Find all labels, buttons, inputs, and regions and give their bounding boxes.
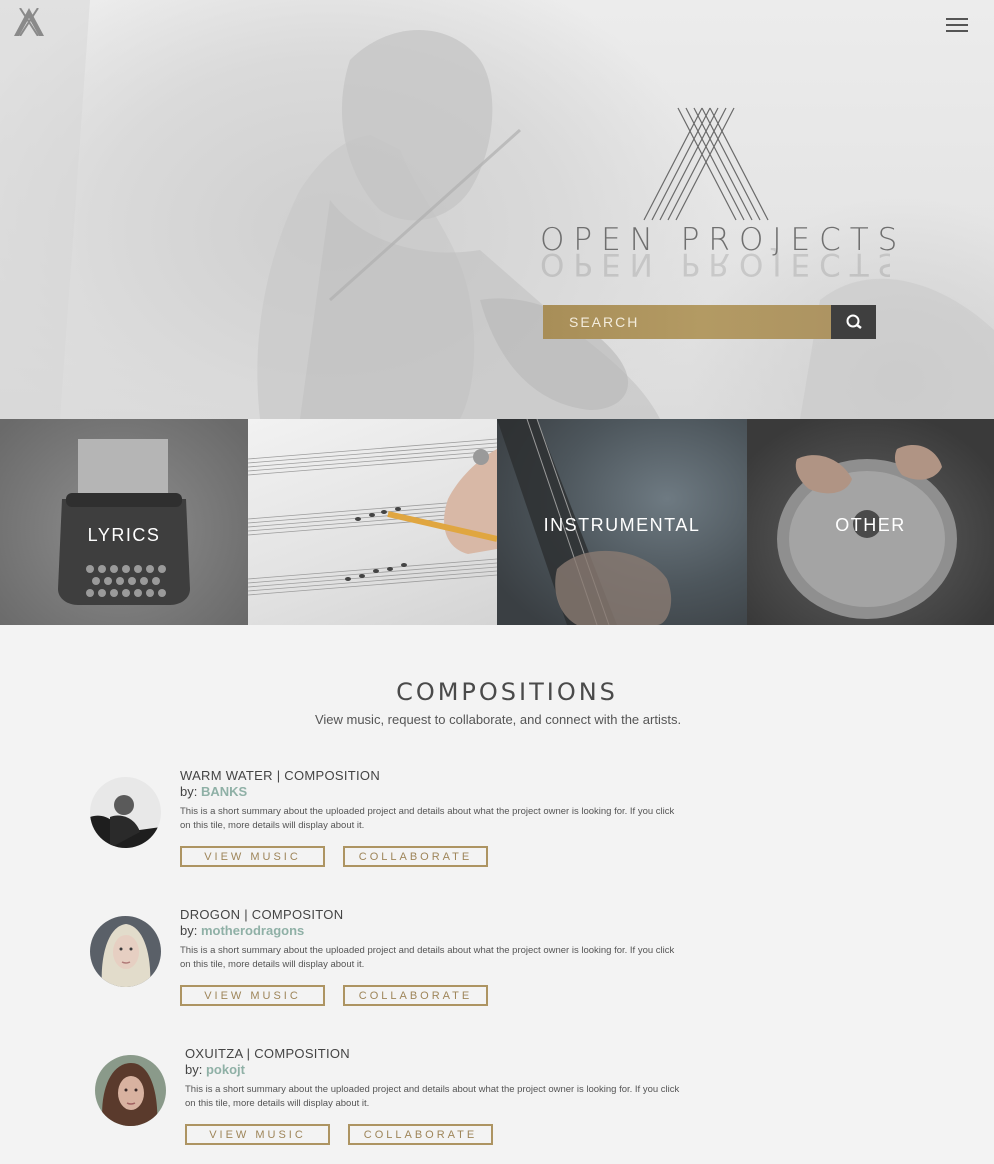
composition-card: DROGON | COMPOSITON by: motherodragons T…	[90, 907, 710, 1027]
view-music-button[interactable]: VIEW MUSIC	[180, 846, 325, 867]
composition-details: DROGON | COMPOSITON by: motherodragons T…	[180, 907, 700, 1006]
collaborate-button[interactable]: COLLABORATE	[348, 1124, 493, 1145]
violinist-background-image	[0, 0, 994, 419]
composition-title: WARM WATER | COMPOSITION	[180, 768, 381, 783]
composition-actions: VIEW MUSIC COLLABORATE	[180, 846, 700, 867]
hamburger-menu-icon[interactable]	[946, 18, 968, 34]
collaborate-button[interactable]: COLLABORATE	[343, 846, 488, 867]
artist-link[interactable]: pokojt	[206, 1062, 245, 1077]
artist-photo-motherodragons	[90, 916, 161, 987]
category-tile-other[interactable]: OTHER	[747, 419, 994, 625]
category-tiles: LYRICS INSTRUMENTAL OTHER	[0, 419, 994, 625]
sheet-music-image	[248, 438, 497, 596]
avatar[interactable]	[90, 777, 161, 848]
artist-photo-pokojt	[95, 1055, 166, 1126]
composition-description: This is a short summary about the upload…	[180, 806, 675, 831]
category-tile-lyrics[interactable]: LYRICS	[0, 419, 248, 625]
composition-actions: VIEW MUSIC COLLABORATE	[180, 985, 700, 1006]
search-button[interactable]	[831, 305, 876, 339]
search-bar	[543, 305, 876, 339]
composition-byline: by: BANKS	[180, 784, 700, 800]
artist-photo-banks	[90, 777, 161, 848]
search-input[interactable]	[543, 305, 831, 339]
brand-wordmark-reflection: OPEN PROJECTS	[540, 248, 890, 282]
composition-actions: VIEW MUSIC COLLABORATE	[185, 1124, 705, 1145]
view-music-button[interactable]: VIEW MUSIC	[185, 1124, 330, 1145]
view-music-button[interactable]: VIEW MUSIC	[180, 985, 325, 1006]
composition-byline: by: pokojt	[185, 1062, 705, 1078]
compositions-subtitle: View music, request to collaborate, and …	[314, 712, 682, 727]
hero-banner: OPEN PROJECTS OPEN PROJECTS	[0, 0, 994, 419]
avatar[interactable]	[90, 916, 161, 987]
category-tile-instrumental[interactable]: INSTRUMENTAL	[497, 419, 747, 625]
search-icon	[846, 314, 862, 329]
avatar[interactable]	[95, 1055, 166, 1126]
by-prefix: by:	[185, 1062, 203, 1077]
category-label-other: OTHER	[835, 515, 906, 535]
artist-link[interactable]: motherodragons	[201, 923, 304, 938]
composition-details: WARM WATER | COMPOSITION by: BANKS This …	[180, 768, 700, 867]
composition-byline: by: motherodragons	[180, 923, 700, 939]
artist-link[interactable]: BANKS	[201, 784, 247, 799]
typewriter-image	[58, 439, 190, 605]
open-projects-logo-icon[interactable]	[12, 8, 46, 36]
collaborate-button[interactable]: COLLABORATE	[343, 985, 488, 1006]
category-label-instrumental: INSTRUMENTAL	[543, 515, 701, 535]
composition-description: This is a short summary about the upload…	[180, 945, 675, 970]
category-tile-sheet-music[interactable]	[248, 419, 497, 625]
composition-title: OXUITZA | COMPOSITION	[185, 1046, 350, 1061]
open-projects-x-mark-icon	[643, 107, 769, 221]
composition-details: OXUITZA | COMPOSITION by: pokojt This is…	[185, 1046, 705, 1145]
compositions-title: COMPOSITIONS	[396, 678, 618, 706]
by-prefix: by:	[180, 784, 198, 799]
composition-title: DROGON | COMPOSITON	[180, 907, 344, 922]
composition-card: WARM WATER | COMPOSITION by: BANKS This …	[90, 768, 710, 888]
category-label-lyrics: LYRICS	[87, 525, 161, 545]
composition-card: OXUITZA | COMPOSITION by: pokojt This is…	[95, 1046, 715, 1164]
composition-description: This is a short summary about the upload…	[185, 1084, 680, 1109]
by-prefix: by:	[180, 923, 198, 938]
